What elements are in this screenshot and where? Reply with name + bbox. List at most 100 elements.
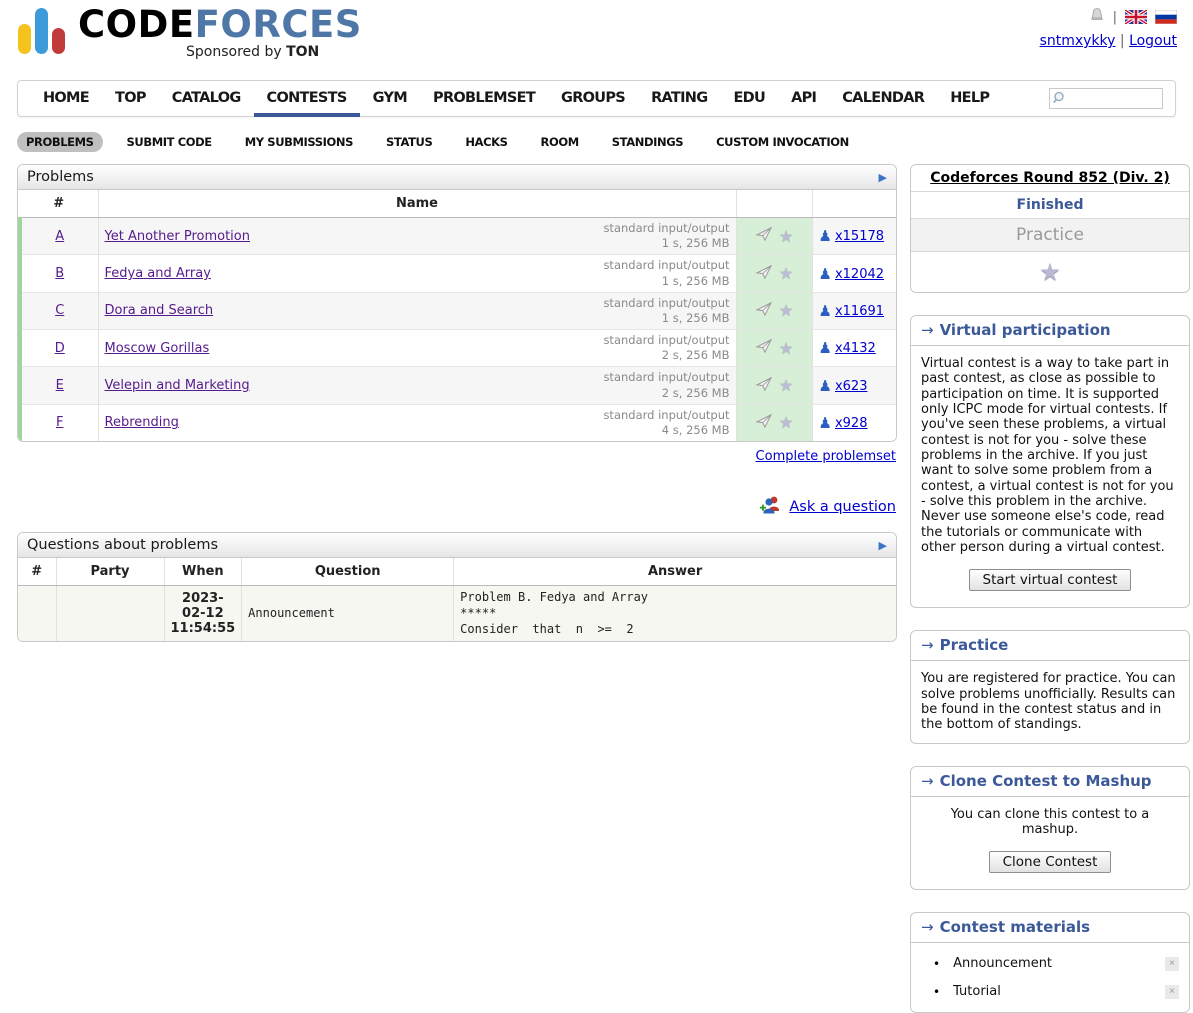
questions-caption: Questions about problems	[27, 537, 218, 553]
questions-expand-arrow-icon[interactable]: ▶	[879, 539, 887, 552]
logout-link[interactable]: Logout	[1129, 33, 1177, 49]
username-link[interactable]: sntmxykky	[1040, 33, 1116, 49]
menu-item-gym[interactable]: GYM	[360, 80, 420, 117]
clone-contest-button[interactable]: Clone Contest	[989, 851, 1112, 873]
tab-standings[interactable]: STANDINGS	[603, 132, 692, 152]
favorite-star-icon[interactable]: ★	[779, 413, 793, 432]
problem-name-link[interactable]: Yet Another Promotion	[105, 229, 250, 244]
contest-info-box: Codeforces Round 852 (Div. 2) Finished P…	[910, 164, 1190, 293]
problem-letter-link[interactable]: B	[55, 266, 64, 281]
problem-row-d: D Moscow Gorillasstandard input/output2 …	[20, 330, 896, 367]
codeforces-logo[interactable]: CODEFORCES Sponsored by TON	[18, 6, 362, 59]
search-box	[1049, 88, 1163, 109]
contest-materials-title: Contest materials	[940, 918, 1090, 936]
menu-item-home[interactable]: HOME	[30, 80, 102, 117]
problems-col-solved	[812, 190, 896, 218]
material-item-announcement: • Announcement ×	[921, 956, 1179, 971]
problem-name-link[interactable]: Moscow Gorillas	[105, 341, 210, 356]
solved-person-icon: ♟	[819, 414, 832, 432]
user-links-divider: |	[1120, 33, 1125, 49]
questions-col-question: Question	[242, 558, 454, 586]
tab-my-submissions[interactable]: MY SUBMISSIONS	[236, 132, 362, 152]
heading-arrow-icon: →	[921, 772, 934, 790]
logo-bar-yellow	[18, 24, 31, 54]
favorite-star-icon[interactable]: ★	[779, 301, 793, 320]
favorite-star-icon[interactable]: ★	[779, 264, 793, 283]
solved-count-link[interactable]: x11691	[835, 304, 884, 319]
problem-letter-link[interactable]: C	[55, 303, 64, 318]
solved-count-link[interactable]: x928	[835, 416, 868, 431]
solved-count-link[interactable]: x4132	[835, 341, 876, 356]
submit-plane-icon[interactable]	[755, 376, 773, 396]
menu-item-edu[interactable]: EDU	[720, 80, 778, 117]
tutorial-link[interactable]: Tutorial	[953, 984, 1165, 999]
close-icon[interactable]: ×	[1165, 957, 1179, 971]
problem-letter-link[interactable]: E	[56, 378, 64, 393]
questions-col-party: Party	[56, 558, 164, 586]
tab-hacks[interactable]: HACKS	[456, 132, 516, 152]
logo-forces-text: FORCES	[195, 3, 362, 46]
problem-name-link[interactable]: Rebrending	[105, 415, 179, 430]
contest-title-link[interactable]: Codeforces Round 852 (Div. 2)	[930, 170, 1169, 186]
menu-item-problemset[interactable]: PROBLEMSET	[420, 80, 548, 117]
tab-status[interactable]: STATUS	[377, 132, 441, 152]
menu-item-catalog[interactable]: CATALOG	[159, 80, 254, 117]
problem-name-link[interactable]: Dora and Search	[105, 303, 214, 318]
problem-letter-link[interactable]: A	[55, 229, 64, 244]
tab-problems[interactable]: PROBLEMS	[17, 132, 103, 152]
submit-plane-icon[interactable]	[755, 226, 773, 246]
menu-item-contests[interactable]: CONTESTS	[254, 80, 360, 117]
virtual-participation-box: →Virtual participation Virtual contest i…	[910, 315, 1190, 608]
favorite-star-icon[interactable]: ★	[779, 227, 793, 246]
start-virtual-contest-button[interactable]: Start virtual contest	[969, 569, 1132, 591]
menu-item-api[interactable]: API	[778, 80, 829, 117]
announcement-link[interactable]: Announcement	[953, 956, 1165, 971]
problem-letter-link[interactable]: D	[55, 341, 65, 356]
problems-expand-arrow-icon[interactable]: ▶	[879, 171, 887, 184]
problem-io: standard input/output	[603, 296, 729, 310]
ask-question-link[interactable]: Ask a question	[789, 499, 896, 515]
tab-submit-code[interactable]: SUBMIT CODE	[118, 132, 221, 152]
tab-room[interactable]: ROOM	[532, 132, 588, 152]
questions-table: # Party When Question Answer 2023-02-12 …	[18, 558, 896, 641]
menu-item-rating[interactable]: RATING	[638, 80, 720, 117]
problem-limits: 2 s, 256 MB	[662, 348, 730, 362]
answer-line: Consider that n >= 2	[460, 621, 890, 637]
menu-item-top[interactable]: TOP	[102, 80, 159, 117]
solved-count-link[interactable]: x15178	[835, 229, 884, 244]
bullet-icon: •	[933, 985, 940, 999]
favorite-star-icon[interactable]: ★	[779, 339, 793, 358]
main-menu: HOME TOP CATALOG CONTESTS GYM PROBLEMSET…	[17, 80, 1176, 117]
submit-plane-icon[interactable]	[755, 264, 773, 284]
menu-item-help[interactable]: HELP	[937, 80, 1002, 117]
contest-star-icon[interactable]: ★	[1039, 258, 1061, 286]
problems-col-index: #	[20, 190, 98, 218]
solved-count-link[interactable]: x623	[835, 379, 868, 394]
problem-row-f: F Rebrendingstandard input/output4 s, 25…	[20, 404, 896, 441]
menu-item-calendar[interactable]: CALENDAR	[829, 80, 937, 117]
problem-limits: 1 s, 256 MB	[662, 311, 730, 325]
submit-plane-icon[interactable]	[755, 301, 773, 321]
favorite-star-icon[interactable]: ★	[779, 376, 793, 395]
questions-col-when: When	[164, 558, 242, 586]
tab-custom-invocation[interactable]: CUSTOM INVOCATION	[707, 132, 858, 152]
logo-code-text: CODE	[78, 3, 195, 46]
ton-label: TON	[286, 44, 319, 60]
close-icon[interactable]: ×	[1165, 985, 1179, 999]
problem-name-link[interactable]: Velepin and Marketing	[105, 378, 250, 393]
problem-io: standard input/output	[603, 370, 729, 384]
problem-io: standard input/output	[603, 221, 729, 235]
solved-count-link[interactable]: x12042	[835, 267, 884, 282]
problems-col-name: Name	[98, 190, 736, 218]
problem-name-link[interactable]: Fedya and Array	[105, 266, 211, 281]
problem-letter-link[interactable]: F	[56, 415, 63, 430]
problems-box: Problems ▶ # Name A	[17, 164, 897, 442]
submit-plane-icon[interactable]	[755, 338, 773, 358]
submit-plane-icon[interactable]	[755, 413, 773, 433]
bell-icon[interactable]	[1089, 7, 1105, 27]
menu-item-groups[interactable]: GROUPS	[548, 80, 638, 117]
question-text: Announcement	[242, 586, 454, 641]
complete-problemset-link[interactable]: Complete problemset	[756, 449, 896, 464]
russian-flag-icon[interactable]	[1155, 10, 1177, 24]
english-flag-icon[interactable]	[1125, 10, 1147, 24]
